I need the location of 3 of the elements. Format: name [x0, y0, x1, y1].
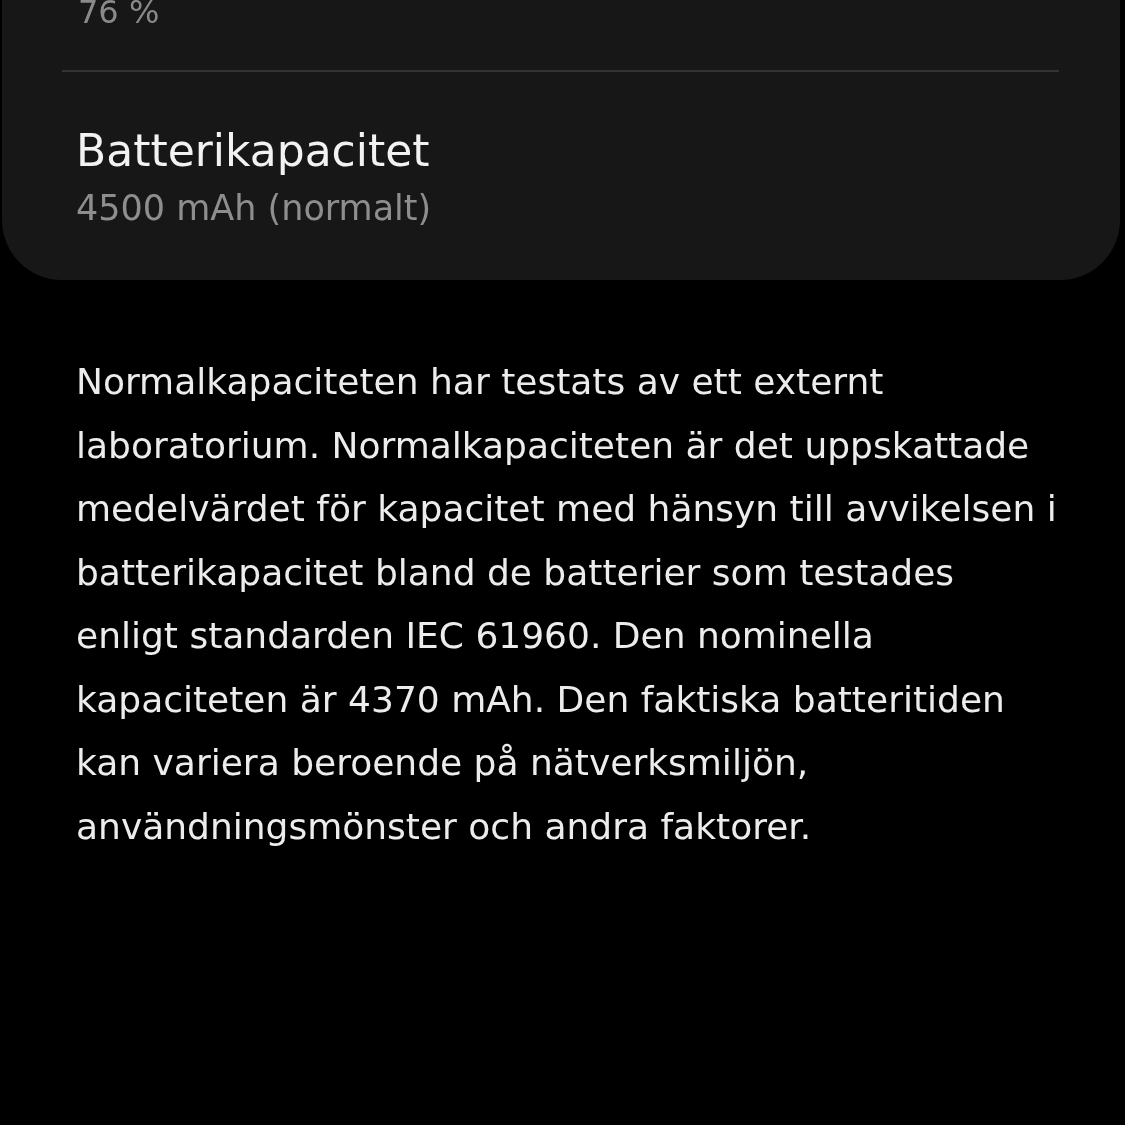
battery-capacity-item[interactable]: Batterikapacitet 4500 mAh (normalt) [2, 72, 1120, 230]
battery-level-value: 76 % [77, 0, 161, 30]
capacity-description: Normalkapaciteten har testats av ett externt laboratorium. Normalkapaciteten är det uppskattade medelvärdet för kapacitet med hänsyn till avvikelsen i batterikapacitet bland de batterier som testades enligt standarden IEC 61960. Den nominella kapaciteten är 4370 mAh. Den faktiska batteritiden kan variera beroende på nätverksmiljön, användningsmönster och andra faktorer. [76, 360, 1058, 849]
